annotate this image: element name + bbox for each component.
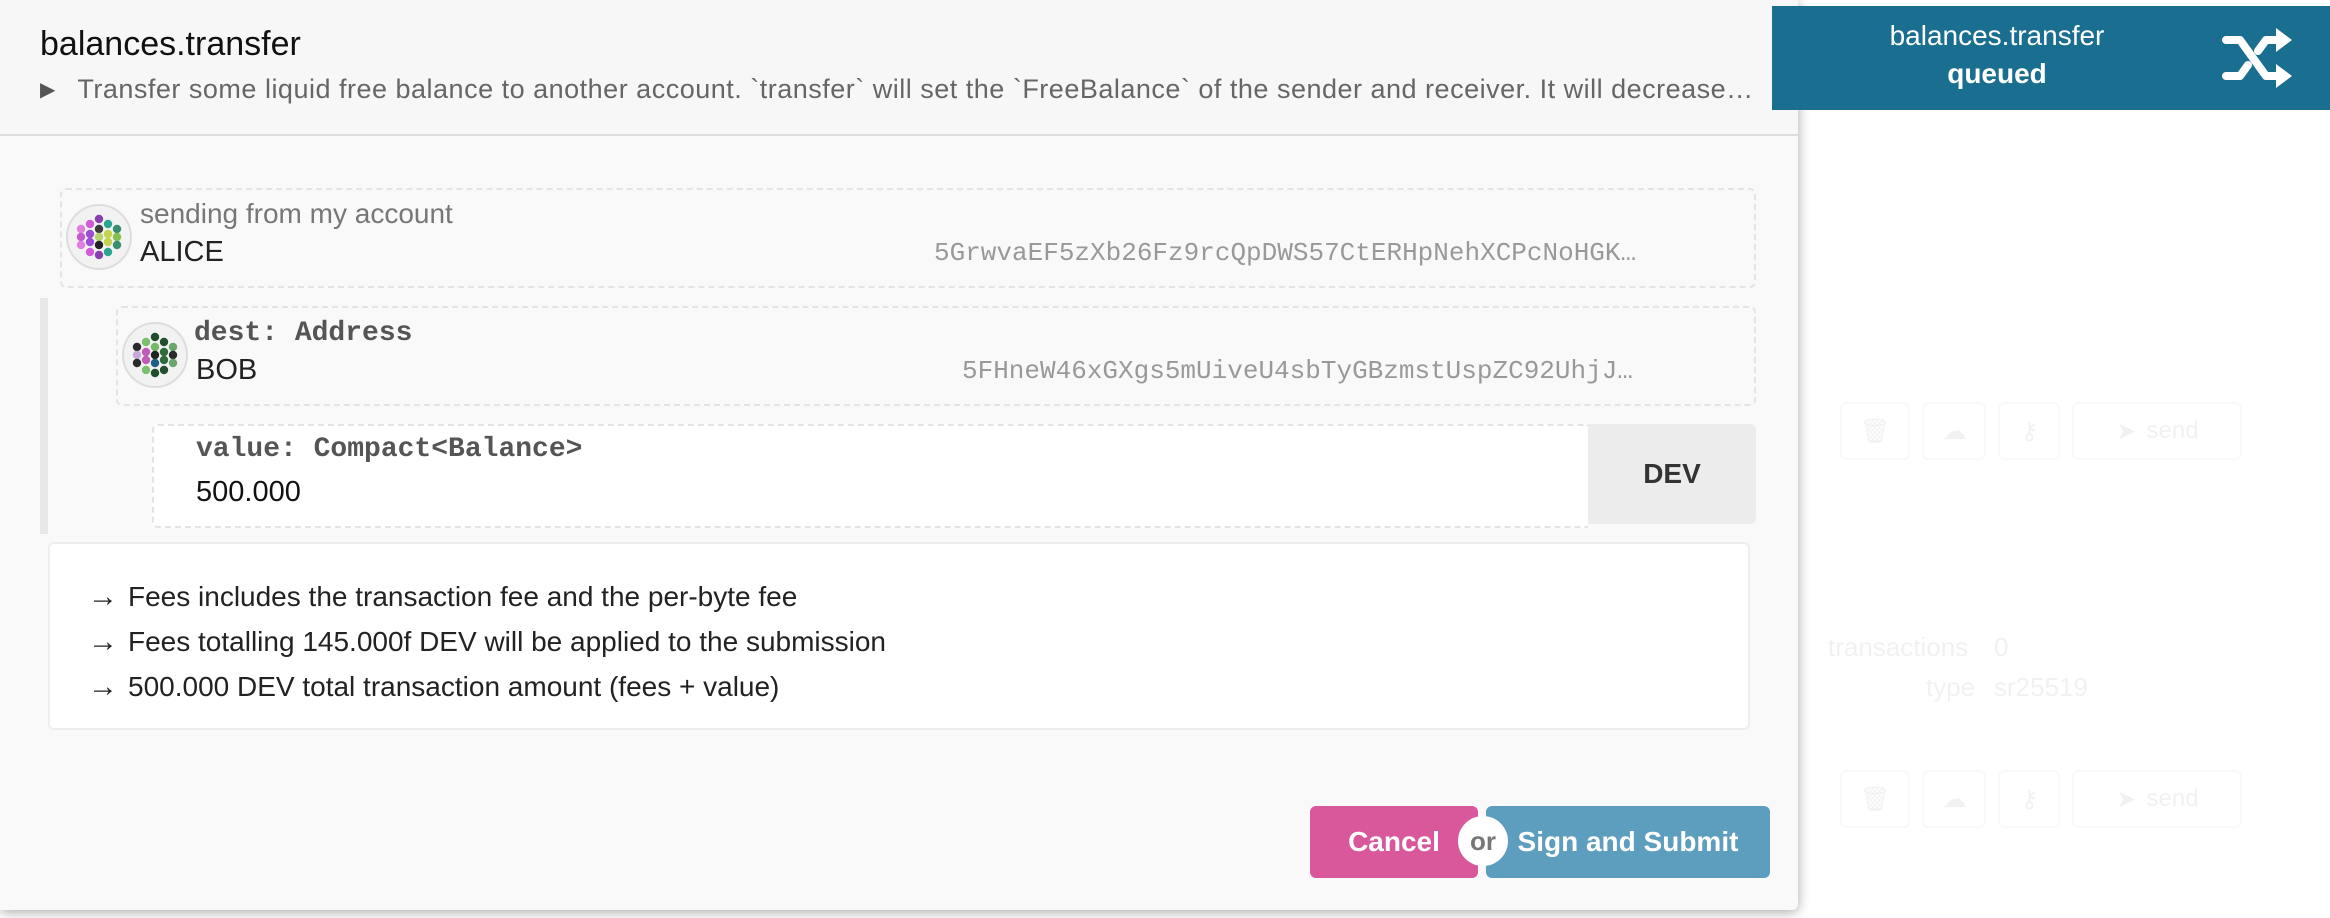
- arrow-right-icon: →: [88, 670, 118, 703]
- bg-send-button: ➤ send: [2072, 770, 2243, 828]
- bg-backup-button: ☁: [1922, 402, 1987, 460]
- bg-actions-row-2: 🗑 ☁ ⚷ ➤ send: [1840, 770, 2243, 828]
- status-toast: balances.transfer queued: [1772, 6, 2330, 110]
- modal-header: balances.transfer ▶ Transfer some liquid…: [0, 0, 1798, 136]
- bg-actions-row-1: 🗑 ☁ ⚷ ➤ send: [1840, 402, 2243, 460]
- transfer-modal: balances.transfer ▶ Transfer some liquid…: [0, 0, 1798, 910]
- shuffle-icon: [2220, 26, 2294, 95]
- method-description: Transfer some liquid free balance to ano…: [77, 74, 1760, 104]
- sender-account-field[interactable]: sending from my account ALICE 5GrwvaEF5z…: [60, 188, 1756, 288]
- value-amount[interactable]: 500.000: [196, 476, 301, 509]
- dest-name: BOB: [196, 354, 258, 386]
- fees-info-box: → Fees includes the transaction fee and t…: [48, 542, 1750, 730]
- bg-key-button: ⚷: [1998, 402, 2061, 460]
- value-input[interactable]: value: Compact<Balance> 500.000: [152, 424, 1588, 528]
- dest-label: dest: Address: [194, 318, 413, 349]
- bg-delete-button: 🗑: [1840, 402, 1911, 460]
- sender-address: 5GrwvaEF5zXb26Fz9rcQpDWS57CtERHpNehXCPcN…: [934, 238, 1637, 268]
- bg-key-button: ⚷: [1998, 770, 2061, 828]
- cancel-button[interactable]: Cancel: [1310, 806, 1478, 878]
- bg-backup-button: ☁: [1922, 770, 1987, 828]
- fee-line: → Fees totalling 145.000f DEV will be app…: [88, 619, 1710, 664]
- expand-triangle-icon[interactable]: ▶: [40, 77, 55, 102]
- dest-address-field[interactable]: dest: Address BOB 5FHneW46xGXgs5mUiveU4s…: [116, 306, 1756, 406]
- sender-label: sending from my account: [140, 198, 453, 229]
- bg-transactions-label: transactions: [1828, 632, 1969, 662]
- description-toggle[interactable]: ▶ Transfer some liquid free balance to a…: [40, 74, 1760, 105]
- value-label: value: Compact<Balance>: [196, 434, 583, 465]
- sender-name: ALICE: [140, 236, 224, 268]
- bg-transactions-value: 0: [1994, 632, 2009, 662]
- dest-identicon: [122, 322, 188, 388]
- or-separator: or: [1458, 816, 1508, 866]
- dest-address: 5FHneW46xGXgs5mUiveU4sbTyGBzmstUspZC92Uh…: [962, 356, 1633, 386]
- fee-line: → 500.000 DEV total transaction amount (f…: [88, 664, 1710, 709]
- fee-line: → Fees includes the transaction fee and t…: [88, 574, 1710, 619]
- arrow-right-icon: →: [88, 625, 118, 658]
- modal-title: balances.transfer: [40, 25, 301, 63]
- bg-send-button: ➤ send: [2072, 402, 2243, 460]
- toast-title: balances.transfer: [1889, 20, 2105, 51]
- params-indent-bar: [40, 298, 48, 534]
- unit-selector[interactable]: DEV: [1588, 424, 1756, 524]
- sender-identicon: [66, 204, 132, 270]
- toast-status: queued: [1947, 58, 2047, 89]
- bg-type-label: type: [1926, 672, 1976, 702]
- arrow-right-icon: →: [88, 580, 118, 613]
- sign-and-submit-button[interactable]: Sign and Submit: [1486, 806, 1770, 878]
- bg-delete-button: 🗑: [1840, 770, 1911, 828]
- bg-type-value: sr25519: [1994, 672, 2088, 702]
